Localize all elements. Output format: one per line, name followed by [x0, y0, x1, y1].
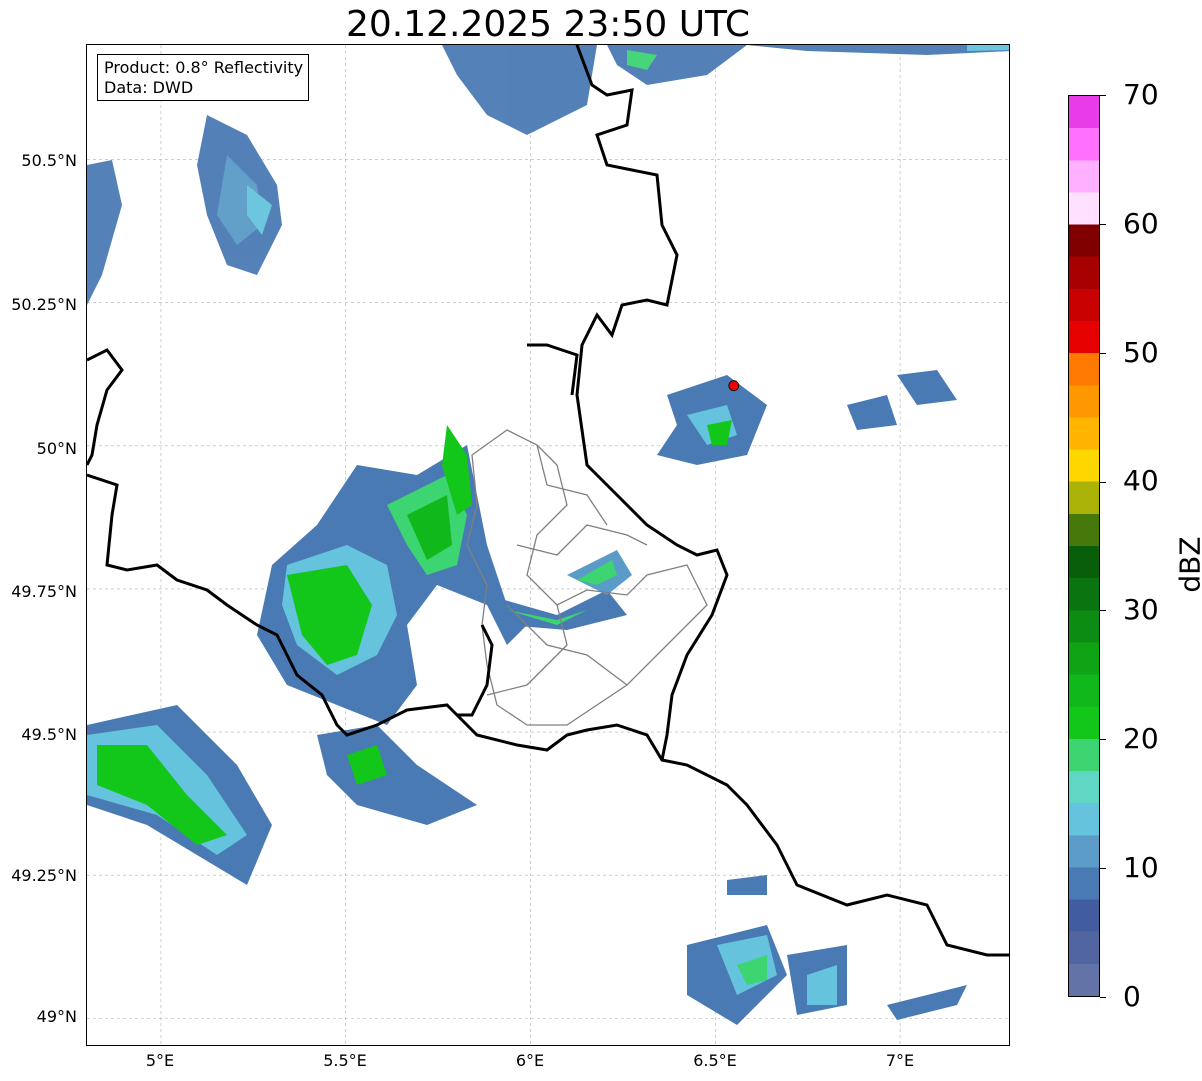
lat-tick-label: 49.5°N — [21, 725, 77, 744]
lat-tick-label: 50°N — [36, 439, 77, 458]
lat-tick-label: 50.25°N — [11, 295, 77, 314]
lon-tick-label: 6°E — [515, 1051, 545, 1070]
colorbar-tick — [1100, 739, 1106, 741]
colorbar-unit-label: dBZ — [1173, 536, 1202, 593]
colorbar-tick-label: 20 — [1123, 722, 1159, 755]
colorbar-tick-label: 0 — [1123, 980, 1141, 1013]
lat-tick-label: 49°N — [36, 1007, 77, 1026]
lat-tick-label: 49.25°N — [11, 866, 77, 885]
colorbar-tick-label: 60 — [1123, 207, 1159, 240]
location-marker — [728, 380, 740, 392]
colorbar — [1068, 95, 1100, 997]
lat-tick-label: 49.75°N — [11, 582, 77, 601]
colorbar-tick — [1100, 481, 1106, 483]
colorbar-tick-label: 10 — [1123, 851, 1159, 884]
lat-tick-label: 50.5°N — [21, 151, 77, 170]
colorbar-tick-label: 30 — [1123, 593, 1159, 626]
lon-tick-label: 7°E — [885, 1051, 915, 1070]
echo-cell — [257, 425, 632, 825]
colorbar-tick — [1100, 868, 1106, 870]
colorbar-tick — [1100, 95, 1106, 96]
colorbar-tick-label: 50 — [1123, 336, 1159, 369]
lon-tick-label: 6.5°E — [693, 1051, 737, 1070]
map-title: 20.12.2025 23:50 UTC — [345, 4, 751, 45]
colorbar-tick-label: 70 — [1123, 78, 1159, 111]
lon-tick-label: 5°E — [145, 1051, 175, 1070]
info-box: Product: 0.8° Reflectivity Data: DWD — [97, 54, 310, 101]
data-source-label: Data: DWD — [104, 78, 194, 97]
colorbar-tick — [1100, 610, 1106, 612]
product-label: Product: 0.8° Reflectivity — [104, 58, 304, 77]
echo-cell — [657, 370, 957, 465]
radar-echoes — [87, 45, 1009, 1025]
colorbar-tick-label: 40 — [1123, 464, 1159, 497]
colorbar-tick — [1100, 352, 1106, 354]
radar-map[interactable] — [86, 44, 1010, 1046]
lon-tick-label: 5.5°E — [323, 1051, 367, 1070]
colorbar-tick — [1100, 223, 1106, 225]
colorbar-tick — [1100, 997, 1106, 998]
